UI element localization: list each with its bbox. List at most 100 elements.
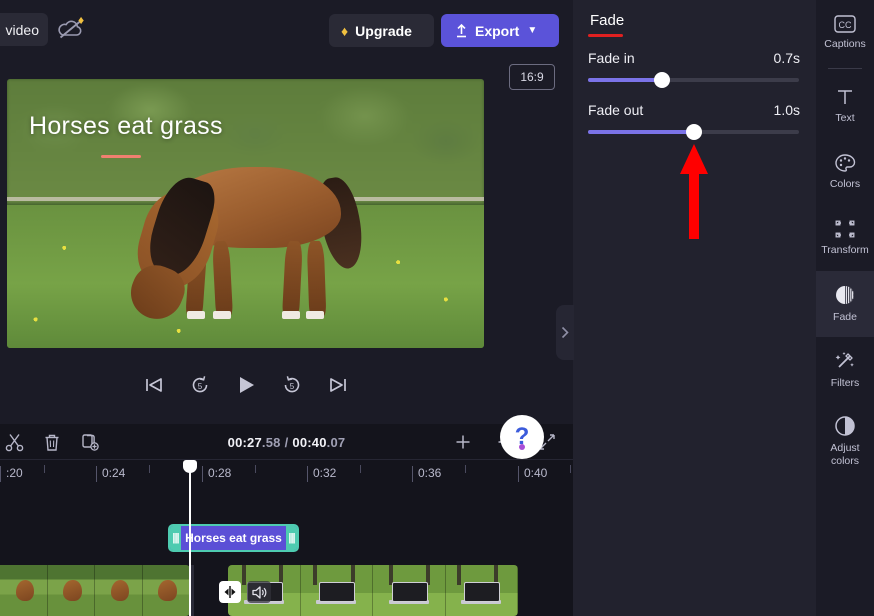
project-name-tab[interactable]: video	[0, 13, 48, 46]
panel-title: Fade	[590, 12, 624, 29]
text-track: ||| Horses eat grass |||	[0, 524, 573, 560]
upload-icon	[454, 23, 469, 39]
fade-icon	[834, 284, 856, 306]
skip-back-icon	[144, 376, 164, 394]
volume-icon	[251, 585, 267, 600]
total-time: 00:40	[292, 435, 326, 450]
rail-item-text[interactable]: Text	[816, 73, 874, 139]
fade-out-slider-fill	[588, 130, 694, 134]
rail-label: Text	[835, 112, 854, 124]
forward-5-button[interactable]: 5	[279, 372, 305, 398]
rail-item-filters[interactable]: Filters	[816, 337, 874, 403]
rail-label: Captions	[824, 38, 865, 50]
diamond-icon: ♦	[78, 14, 84, 26]
fade-out-label: Fade out	[588, 102, 643, 118]
timeline-toolbar: 00:27.58 / 00:40.07	[0, 424, 573, 460]
fade-in-slider-fill	[588, 78, 662, 82]
plus-icon	[454, 433, 472, 451]
tools-rail: CC Captions Text Colors	[816, 0, 874, 616]
skip-to-end-button[interactable]	[325, 372, 351, 398]
palette-icon	[834, 153, 856, 173]
fade-in-value: 0.7s	[774, 50, 800, 66]
cloud-sync-status[interactable]: ♦	[57, 16, 93, 46]
rail-item-adjust-colors[interactable]: Adjust colors	[816, 403, 874, 479]
overlay-title-underline	[101, 155, 141, 158]
cc-icon: CC	[834, 15, 856, 33]
filters-icon	[834, 350, 856, 372]
arrow-annotation	[678, 136, 710, 241]
timeline-ruler[interactable]: :20 0:24 0:28 0:32 0:36 0:40	[0, 460, 573, 488]
panel-title-underline	[588, 34, 623, 37]
ruler-tick: 0:24	[96, 466, 125, 482]
aspect-ratio-button[interactable]: 16:9	[509, 64, 555, 90]
rail-label: Fade	[833, 311, 857, 323]
rail-label: Transform	[821, 244, 868, 256]
upgrade-button[interactable]: ♦ Upgrade	[329, 14, 434, 47]
top-bar: video ♦ ♦ Upgrade Export ▼	[0, 0, 573, 60]
video-clip-horses[interactable]	[0, 565, 190, 616]
ruler-minor-tick	[360, 465, 361, 473]
video-canvas[interactable]: Horses eat grass	[7, 79, 484, 348]
video-editor-window: video ♦ ♦ Upgrade Export ▼ 16:9	[0, 0, 874, 616]
fade-in-slider-thumb[interactable]	[654, 72, 670, 88]
fade-in-slider[interactable]	[588, 72, 799, 88]
expand-panel-handle[interactable]	[556, 305, 574, 360]
chevron-right-icon	[561, 326, 569, 339]
clip-trim-handle-left[interactable]: |||	[170, 526, 181, 550]
diamond-icon: ♦	[341, 24, 348, 38]
skip-to-start-button[interactable]	[141, 372, 167, 398]
ruler-tick: 0:28	[202, 466, 231, 482]
export-button[interactable]: Export ▼	[441, 14, 559, 47]
playhead[interactable]	[183, 460, 197, 616]
rail-label: Filters	[831, 377, 860, 389]
play-button[interactable]	[233, 372, 259, 398]
rail-item-captions[interactable]: CC Captions	[816, 0, 874, 66]
transport-controls: 5 5	[0, 360, 491, 410]
rail-divider	[828, 68, 862, 69]
rail-item-fade[interactable]: Fade	[816, 271, 874, 337]
current-time-fraction: .58	[262, 435, 281, 450]
upgrade-label: Upgrade	[355, 23, 412, 39]
properties-panel: Fade Fade in 0.7s Fade out 1.0s	[573, 0, 816, 616]
adjust-colors-icon	[834, 415, 856, 437]
svg-text:5: 5	[289, 382, 294, 391]
ruler-tick: :20	[0, 466, 23, 482]
transform-icon	[834, 219, 856, 239]
forward-5-icon: 5	[281, 374, 303, 396]
ruler-minor-tick	[255, 465, 256, 473]
rail-item-colors[interactable]: Colors	[816, 139, 874, 205]
rail-label: Adjust colors	[816, 442, 874, 466]
chevron-down-icon: ▼	[527, 25, 537, 36]
rail-item-transform[interactable]: Transform	[816, 205, 874, 271]
ruler-minor-tick	[570, 465, 571, 473]
transition-icon	[222, 584, 238, 600]
fade-in-label: Fade in	[588, 50, 635, 66]
transition-button[interactable]	[219, 581, 241, 603]
clip-trim-handle-right[interactable]: |||	[286, 526, 297, 550]
total-time-fraction: .07	[327, 435, 346, 450]
text-clip-label: Horses eat grass	[185, 531, 282, 545]
export-label: Export	[475, 23, 519, 39]
rewind-5-button[interactable]: 5	[187, 372, 213, 398]
help-button[interactable]: ?	[500, 415, 544, 459]
ruler-tick: 0:36	[412, 466, 441, 482]
zoom-in-button[interactable]	[449, 430, 477, 454]
fade-out-value: 1.0s	[774, 102, 800, 118]
ruler-minor-tick	[149, 465, 150, 473]
video-track	[0, 565, 573, 616]
fade-out-row: Fade out 1.0s	[588, 100, 800, 120]
aspect-ratio-label: 16:9	[520, 70, 543, 84]
svg-text:5: 5	[197, 382, 202, 391]
ruler-tick: 0:32	[307, 466, 336, 482]
overlay-title-text[interactable]: Horses eat grass	[29, 112, 223, 141]
rail-label: Colors	[830, 178, 860, 190]
svg-text:CC: CC	[839, 20, 852, 30]
video-clip-laptop[interactable]	[228, 565, 518, 616]
fade-in-row: Fade in 0.7s	[588, 48, 800, 68]
time-separator: /	[285, 435, 289, 450]
preview-area: 16:9 Horses eat	[0, 60, 573, 424]
ruler-tick: 0:40	[518, 466, 547, 482]
skip-forward-icon	[328, 376, 348, 394]
volume-button[interactable]	[247, 581, 271, 603]
project-name-label: video	[6, 22, 39, 38]
